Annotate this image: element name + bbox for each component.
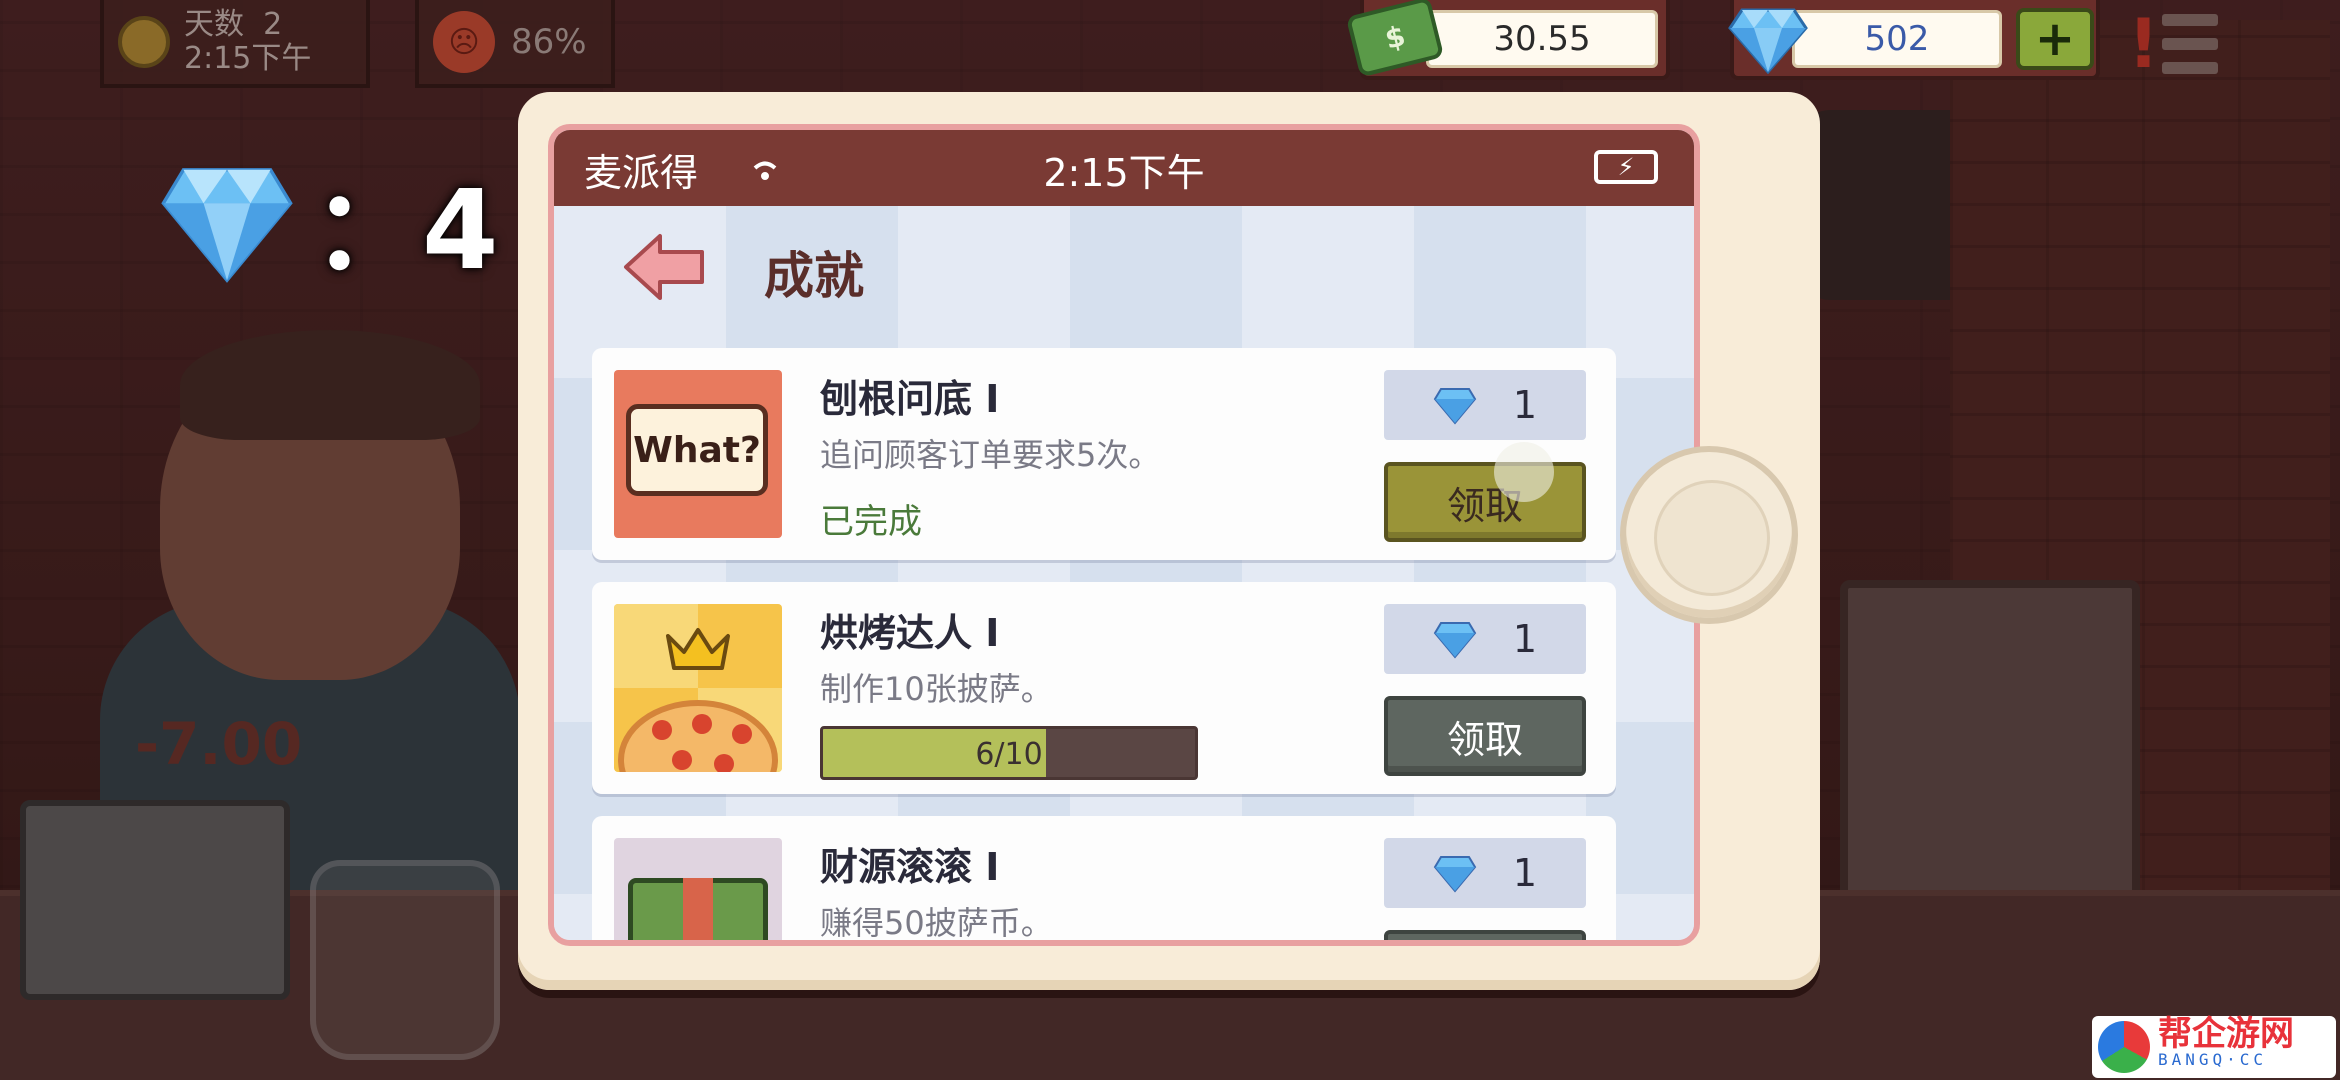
- status-time: 2:15下午: [1043, 151, 1205, 195]
- touch-indicator: [1494, 442, 1554, 502]
- phone-home-button[interactable]: [1620, 446, 1798, 624]
- achievement-card: What? 刨根问底 Ⅰ 追问顾客订单要求5次。 已完成 1 领取: [592, 348, 1616, 560]
- what-bubble: What?: [626, 404, 768, 496]
- day-value: 2: [263, 7, 283, 42]
- reward-amount: 1: [1512, 851, 1538, 895]
- watermark: 帮企游网 BANGQ·CC: [2092, 1016, 2336, 1078]
- achievement-desc: 追问顾客订单要求5次。: [820, 436, 1161, 474]
- diamond-icon: [161, 168, 293, 283]
- diamond-icon: [1433, 388, 1477, 425]
- money-panel: 30.55 $: [1345, 0, 1670, 80]
- gem-reward-count: ：4: [312, 166, 499, 294]
- sun-clock-icon: [118, 16, 170, 68]
- gem-count: 502: [1792, 10, 2002, 68]
- watermark-main: 帮企游网: [2158, 1014, 2294, 1054]
- phone-screen: 麦派得 2:15下午 ⚡ 成就 What? 刨根问底 Ⅰ 追问顾客订单要求5次。…: [548, 124, 1700, 946]
- hud-time: 2:15下午: [184, 41, 312, 76]
- progress-text: 6/10: [975, 737, 1043, 772]
- diamond-icon: [1433, 856, 1477, 893]
- reward-badge: 1: [1384, 838, 1586, 908]
- gem-reward-indicator: ：4: [160, 150, 499, 294]
- reward-amount: 1: [1512, 383, 1538, 427]
- speech-bubble-icon: What?: [614, 370, 782, 538]
- achievement-title: 烘烤达人 Ⅰ: [820, 611, 1000, 655]
- reward-badge: 1: [1384, 604, 1586, 674]
- diamond-icon: [1433, 622, 1477, 659]
- pizza-crown-icon: [614, 604, 782, 772]
- status-bar: 麦派得 2:15下午 ⚡: [554, 130, 1694, 206]
- diamond-icon: [1728, 8, 1808, 74]
- mood-percent: 86%: [511, 22, 587, 62]
- achievement-status: 已完成: [820, 502, 922, 542]
- add-gems-button[interactable]: +: [2016, 8, 2094, 70]
- achievement-title: 财源滚滚 Ⅰ: [820, 845, 1000, 889]
- money-stack-icon: [614, 838, 782, 940]
- watermark-sub: BANGQ·CC: [2158, 1050, 2268, 1069]
- achievement-title: 刨根问底 Ⅰ: [820, 377, 1000, 421]
- achievement-desc: 制作10张披萨。: [820, 670, 1053, 708]
- day-label: 天数: [184, 7, 244, 42]
- money-value: 30.55: [1426, 10, 1658, 68]
- gem-panel: 502 +: [1728, 0, 2100, 80]
- day-time-panel: 天数 2 2:15下午: [100, 0, 370, 88]
- menu-icon[interactable]: [2162, 14, 2218, 74]
- achievement-card: 烘烤达人 Ⅰ 制作10张披萨。 6/10 1 领取: [592, 582, 1616, 794]
- page-title: 成就: [764, 247, 864, 305]
- crown-icon: [666, 628, 730, 670]
- achievement-desc: 赚得50披萨币。: [820, 904, 1053, 942]
- alert-icon[interactable]: !: [2128, 10, 2159, 80]
- progress-bar: 6/10: [820, 726, 1198, 780]
- reward-amount: 1: [1512, 617, 1538, 661]
- angry-face-icon: ☹: [433, 11, 495, 73]
- reward-badge: 1: [1384, 370, 1586, 440]
- mood-panel: ☹ 86%: [415, 0, 615, 88]
- watermark-logo-icon: [2098, 1021, 2150, 1073]
- claim-button[interactable]: 领取: [1384, 930, 1586, 940]
- claim-button[interactable]: 领取: [1384, 462, 1586, 542]
- achievement-card: 财源滚滚 Ⅰ 赚得50披萨币。 1 领取: [592, 816, 1616, 942]
- achievements-screen: 成就 What? 刨根问底 Ⅰ 追问顾客订单要求5次。 已完成 1 领取 烘烤达…: [554, 206, 1694, 940]
- back-arrow-icon[interactable]: [622, 232, 706, 302]
- battery-icon: ⚡: [1594, 150, 1658, 184]
- claim-button[interactable]: 领取: [1384, 696, 1586, 776]
